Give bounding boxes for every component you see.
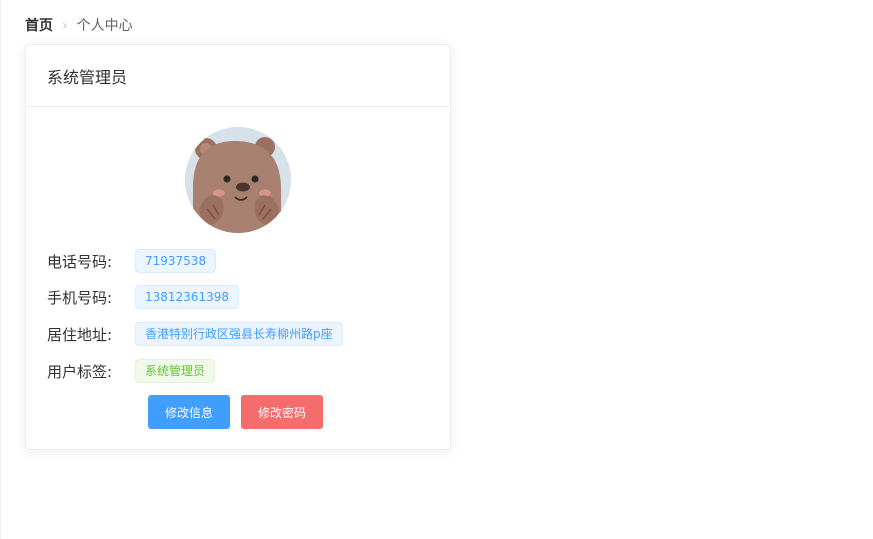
mobile-row: 手机号码: 13812361398: [47, 285, 239, 309]
profile-card: 系统管理员 电话号码: 71937538 手机号码: 13812361398 居…: [25, 44, 451, 450]
address-label: 居住地址:: [47, 325, 113, 344]
breadcrumb-current: 个人中心: [76, 18, 133, 34]
address-tag: 香港特别行政区强县长寿柳州路p座: [135, 322, 343, 346]
avatar-image: [185, 127, 291, 233]
main-content: 首页 › 个人中心 系统管理员 电话号码: 71937538 手机号码: 138…: [0, 0, 873, 539]
change-password-button[interactable]: 修改密码: [241, 395, 324, 429]
user-tag-label: 用户标签:: [47, 362, 113, 381]
mobile-label: 手机号码:: [47, 288, 113, 307]
phone-row: 电话号码: 71937538: [47, 249, 217, 273]
user-tag-row: 用户标签: 系统管理员: [47, 359, 216, 383]
bear-avatar-icon: [185, 127, 291, 233]
breadcrumb-home-link[interactable]: 首页: [25, 16, 53, 36]
breadcrumb: 首页 › 个人中心: [25, 16, 133, 36]
user-tag-badge: 系统管理员: [135, 359, 216, 383]
profile-card-header: 系统管理员: [26, 45, 450, 107]
edit-info-button[interactable]: 修改信息: [148, 395, 231, 429]
phone-tag: 71937538: [135, 249, 217, 273]
address-row: 居住地址: 香港特别行政区强县长寿柳州路p座: [47, 322, 343, 346]
chevron-right-icon: ›: [62, 18, 68, 34]
profile-card-body: 电话号码: 71937538 手机号码: 13812361398 居住地址: 香…: [26, 107, 450, 450]
action-buttons: 修改信息 修改密码: [148, 395, 324, 429]
profile-card-title: 系统管理员: [47, 67, 128, 87]
mobile-tag: 13812361398: [135, 285, 239, 309]
phone-label: 电话号码:: [47, 252, 113, 271]
